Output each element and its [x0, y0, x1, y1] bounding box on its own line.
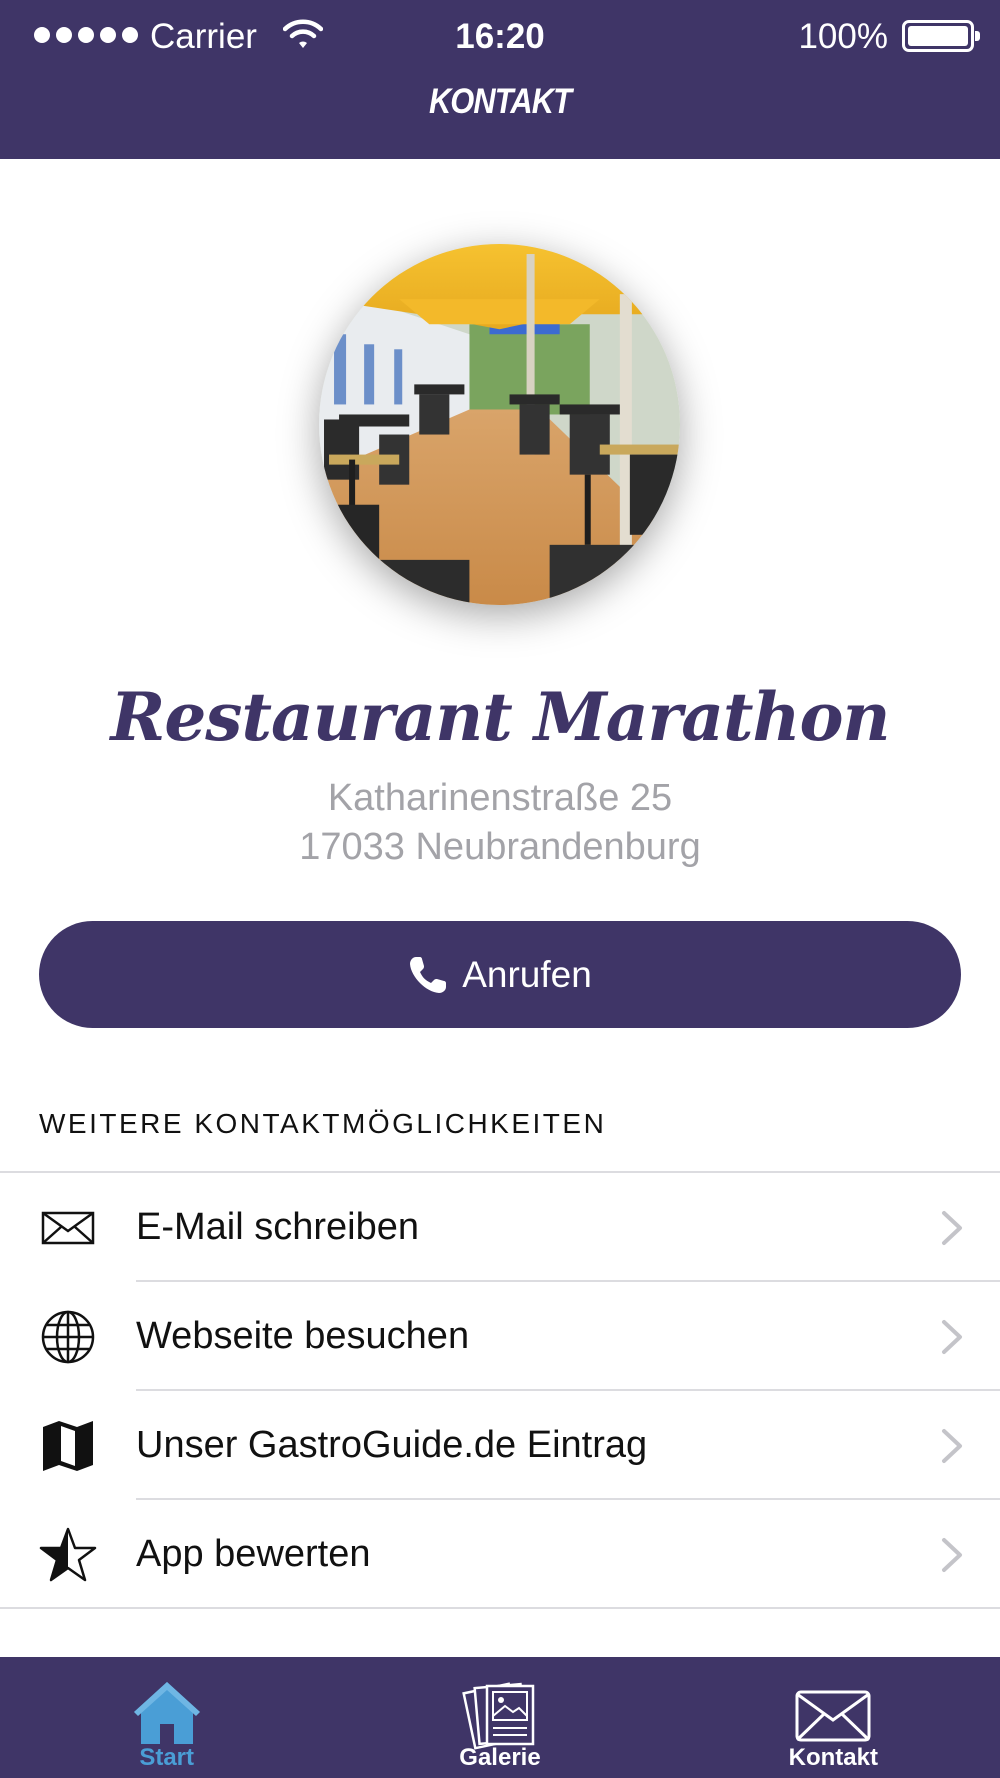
- tab-bar: Start Galerie Kontakt: [0, 1657, 1000, 1778]
- globe-icon: [38, 1307, 98, 1367]
- tab-label: Galerie: [459, 1744, 541, 1771]
- tab-kontakt[interactable]: Kontakt: [667, 1657, 1000, 1778]
- list-item-label: E-Mail schreiben: [136, 1206, 419, 1248]
- star-icon: [38, 1525, 98, 1585]
- envelope-icon: [38, 1198, 98, 1258]
- chevron-right-icon: [942, 1320, 962, 1354]
- address-street: Katharinenstraße 25: [327, 777, 673, 819]
- list-item-gastroguide[interactable]: Unser GastroGuide.de Eintrag: [0, 1391, 1000, 1500]
- list-item-email[interactable]: E-Mail schreiben: [0, 1173, 1000, 1282]
- list-item-label: Unser GastroGuide.de Eintrag: [136, 1424, 648, 1466]
- tab-galerie[interactable]: Galerie: [333, 1657, 666, 1778]
- battery-percentage: 100%: [798, 17, 888, 56]
- restaurant-name: Restaurant Marathon: [110, 678, 890, 756]
- header: Carrier 16:20 100% KONTAKT: [0, 0, 1000, 159]
- list-item-website[interactable]: Webseite besuchen: [0, 1282, 1000, 1391]
- call-button-label: Anrufen: [462, 953, 592, 995]
- tab-label: Start: [139, 1744, 194, 1771]
- tab-start[interactable]: Start: [0, 1657, 333, 1778]
- chevron-right-icon: [942, 1429, 962, 1463]
- contact-options-list: E-Mail schreiben Webseite besuchen Unser…: [0, 1171, 1000, 1609]
- chevron-right-icon: [942, 1211, 962, 1245]
- tab-label: Kontakt: [788, 1744, 878, 1771]
- phone-icon: [410, 956, 447, 993]
- restaurant-photo: [319, 244, 680, 605]
- list-item-label: Webseite besuchen: [136, 1315, 470, 1357]
- address-city: 17033 Neubrandenburg: [299, 826, 701, 868]
- page-title: KONTAKT: [428, 82, 572, 121]
- map-icon: [38, 1416, 98, 1476]
- status-bar: Carrier 16:20 100%: [0, 0, 1000, 74]
- battery-icon: [902, 20, 980, 52]
- call-button[interactable]: Anrufen: [39, 921, 961, 1028]
- list-item-rate-app[interactable]: App bewerten: [0, 1500, 1000, 1609]
- chevron-right-icon: [942, 1538, 962, 1572]
- list-item-label: App bewerten: [136, 1533, 371, 1575]
- section-title: WEITERE KONTAKTMÖGLICHKEITEN: [39, 1108, 607, 1139]
